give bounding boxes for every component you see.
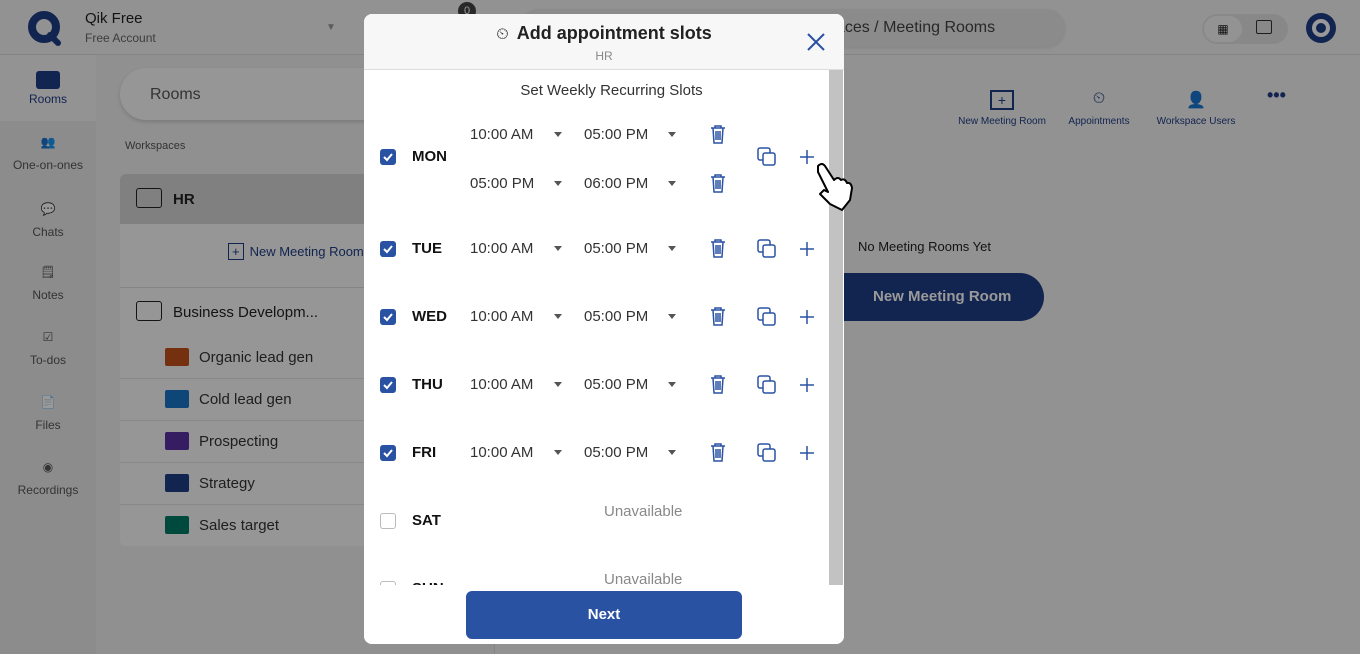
hand-cursor-icon	[817, 163, 853, 211]
caret-down-icon[interactable]	[668, 181, 676, 186]
caret-down-icon[interactable]	[668, 382, 676, 387]
caret-down-icon[interactable]	[554, 181, 562, 186]
dialog-title: ⏲ Add appointment slots	[364, 23, 844, 44]
caret-down-icon[interactable]	[668, 246, 676, 251]
day-label: TUE	[412, 240, 442, 257]
dialog-header: ⏲ Add appointment slots HR	[364, 14, 844, 70]
caret-down-icon[interactable]	[668, 314, 676, 319]
add-slot-icon[interactable]	[799, 149, 815, 165]
add-slot-icon[interactable]	[799, 241, 815, 257]
caret-down-icon[interactable]	[668, 132, 676, 137]
day-label: THU	[412, 376, 443, 393]
trash-icon[interactable]	[710, 375, 726, 394]
copy-icon[interactable]	[757, 147, 777, 167]
caret-down-icon[interactable]	[554, 450, 562, 455]
caret-down-icon[interactable]	[668, 450, 676, 455]
copy-icon[interactable]	[757, 239, 777, 259]
day-checkbox[interactable]	[380, 377, 396, 393]
start-time-select[interactable]: 10:00 AM	[470, 444, 533, 461]
caret-down-icon[interactable]	[554, 382, 562, 387]
day-checkbox[interactable]	[380, 241, 396, 257]
end-time-select[interactable]: 05:00 PM	[584, 376, 648, 393]
close-icon[interactable]	[807, 33, 825, 51]
add-slot-icon[interactable]	[799, 445, 815, 461]
trash-icon[interactable]	[710, 443, 726, 462]
copy-icon[interactable]	[757, 375, 777, 395]
day-checkbox[interactable]	[380, 445, 396, 461]
start-time-select[interactable]: 10:00 AM	[470, 308, 533, 325]
title-text: Add appointment slots	[516, 23, 712, 43]
trash-icon[interactable]	[710, 239, 726, 258]
day-label: WED	[412, 308, 447, 325]
trash-icon[interactable]	[710, 125, 726, 144]
appointments-icon: ⏲	[496, 26, 509, 43]
next-button[interactable]: Next	[466, 591, 742, 639]
dialog-subtitle: HR	[595, 49, 613, 63]
start-time-select[interactable]: 10:00 AM	[470, 126, 533, 143]
trash-icon[interactable]	[710, 174, 726, 193]
start-time-select[interactable]: 10:00 AM	[470, 376, 533, 393]
caret-down-icon[interactable]	[554, 132, 562, 137]
copy-icon[interactable]	[757, 307, 777, 327]
day-checkbox[interactable]	[380, 309, 396, 325]
end-time-select[interactable]: 05:00 PM	[584, 240, 648, 257]
end-time-select[interactable]: 05:00 PM	[584, 308, 648, 325]
day-label: MON	[412, 148, 447, 165]
caret-down-icon[interactable]	[554, 246, 562, 251]
add-slot-icon[interactable]	[799, 377, 815, 393]
end-time-select[interactable]: 06:00 PM	[584, 175, 648, 192]
copy-icon[interactable]	[757, 443, 777, 463]
start-time-select[interactable]: 05:00 PM	[470, 175, 534, 192]
end-time-select[interactable]: 05:00 PM	[584, 444, 648, 461]
day-checkbox[interactable]	[380, 513, 396, 529]
caret-down-icon[interactable]	[554, 314, 562, 319]
day-checkbox[interactable]	[380, 149, 396, 165]
add-appointment-slots-dialog: ⏲ Add appointment slots HR Set Weekly Rec…	[364, 14, 844, 644]
trash-icon[interactable]	[710, 307, 726, 326]
day-label: SAT	[412, 512, 441, 529]
unavailable-text: Unavailable	[604, 503, 683, 520]
scrollbar[interactable]	[829, 70, 843, 585]
add-slot-icon[interactable]	[799, 309, 815, 325]
end-time-select[interactable]: 05:00 PM	[584, 126, 648, 143]
start-time-select[interactable]: 10:00 AM	[470, 240, 533, 257]
section-heading: Set Weekly Recurring Slots	[520, 82, 703, 99]
day-label: FRI	[412, 444, 437, 461]
